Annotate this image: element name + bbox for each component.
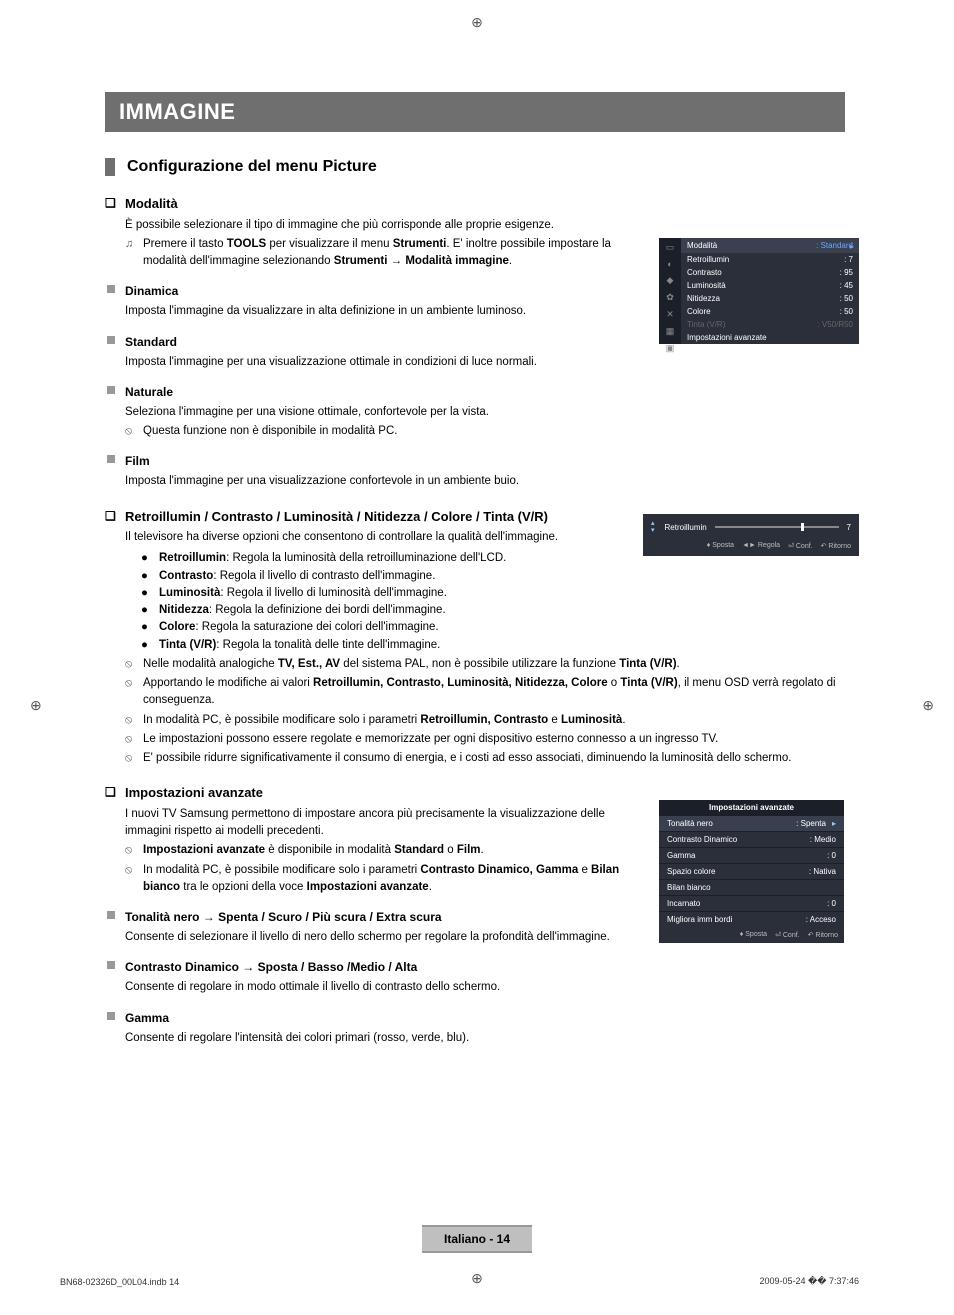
note-icon: ⦸	[125, 675, 139, 692]
retro-note4: Le impostazioni possono essere regolate …	[143, 731, 718, 748]
modalita-intro: È possibile selezionare il tipo di immag…	[125, 217, 845, 234]
contrasto-dinamico-body: Consente di regolare in modo ottimale il…	[125, 979, 845, 996]
osd-row-contrasto[interactable]: Contrasto: 95	[681, 266, 859, 279]
osd-slider-value: 7	[847, 523, 851, 532]
hint-sposta: ♦ Sposta	[740, 931, 767, 939]
bullet-retroillumin: Retroillumin: Regola la luminosità della…	[159, 550, 506, 567]
osd-mode-row[interactable]: Modalità: Standard ▸	[681, 238, 859, 253]
heading-contrasto-dinamico: Contrasto Dinamico → Sposta / Basso /Med…	[125, 958, 417, 976]
footer-filename: BN68-02326D_00L04.indb 14	[60, 1277, 179, 1287]
heading-retroillumin: Retroillumin / Contrasto / Luminosità / …	[125, 507, 548, 527]
note-icon: ⦸	[125, 656, 139, 673]
hint-ritorno: ↶ Ritorno	[821, 542, 851, 550]
heading-naturale: Naturale	[125, 383, 173, 401]
note-icon: ⦸	[125, 731, 139, 748]
chevron-right-icon: ▸	[850, 242, 854, 251]
standard-body: Imposta l'immagine per una visualizzazio…	[125, 354, 845, 371]
q-bullet-icon: ❑	[105, 783, 125, 801]
osd3-row-spazio-colore[interactable]: Spazio colore: Nativa	[659, 863, 844, 879]
osd-picture-menu: ▭ ◐ ◆ ✿ ✕ ▦ ▣ Modalità: Standard ▸ Retro…	[659, 238, 859, 344]
note-icon: ⦸	[125, 842, 139, 859]
chevron-down-icon[interactable]: ▾	[651, 527, 655, 534]
osd-row-nitidezza[interactable]: Nitidezza: 50	[681, 292, 859, 305]
retro-note5: E' possibile ridurre significativamente …	[143, 750, 791, 767]
note-icon: ⦸	[125, 423, 139, 440]
bullet-luminosita: Luminosità: Regola il livello di luminos…	[159, 585, 447, 602]
heading-film: Film	[125, 452, 150, 470]
osd-slider-label: Retroillumin	[665, 523, 707, 532]
osd-slider-track[interactable]	[715, 526, 839, 528]
modalita-tools-note: Premere il tasto TOOLS per visualizzare …	[143, 236, 643, 271]
imp-note2: In modalità PC, è possibile modificare s…	[143, 862, 643, 897]
note-icon: ⦸	[125, 750, 139, 767]
section-title: IMMAGINE	[105, 92, 845, 132]
accent-bar	[105, 158, 115, 176]
imp-intro: I nuovi TV Samsung permettono di imposta…	[125, 806, 635, 841]
osd3-row-tonalita[interactable]: Tonalità nero: Spenta▸	[659, 815, 844, 831]
osd-impostazioni-avanzate: Impostazioni avanzate Tonalità nero: Spe…	[659, 800, 844, 943]
sidebar-picture-icon: ▭	[666, 242, 675, 253]
osd-row-retroillumin[interactable]: Retroillumin: 7	[681, 253, 859, 266]
chevron-up-icon[interactable]: ▴	[651, 520, 655, 527]
tools-icon: ♫	[125, 236, 139, 253]
imp-note1: Impostazioni avanzate è disponibile in m…	[143, 842, 484, 859]
gamma-body: Consente di regolare l'intensità dei col…	[125, 1030, 845, 1047]
sidebar-icon: ▦	[666, 326, 675, 337]
bullet-contrasto: Contrasto: Regola il livello di contrast…	[159, 568, 435, 585]
sidebar-icon: ◆	[667, 275, 674, 286]
heading-modalita: Modalità	[125, 194, 178, 214]
q-bullet-icon: ❑	[105, 194, 125, 212]
subheading: Configurazione del menu Picture	[127, 158, 377, 176]
osd-row-impostazioni[interactable]: Impostazioni avanzate	[681, 331, 859, 344]
footer-timestamp: 2009-05-24 �� 7:37:46	[759, 1276, 859, 1287]
page-footer: Italiano - 14	[422, 1225, 532, 1253]
osd3-row-contrasto-dinamico[interactable]: Contrasto Dinamico: Medio	[659, 831, 844, 847]
sidebar-icon: ◐	[667, 259, 672, 269]
heading-tonalita: Tonalità nero → Spenta / Scuro / Più scu…	[125, 908, 442, 926]
print-mark-top: ⊕	[471, 14, 483, 31]
osd3-row-gamma[interactable]: Gamma: 0	[659, 847, 844, 863]
bullet-colore: Colore: Regola la saturazione dei colori…	[159, 619, 439, 636]
heading-gamma: Gamma	[125, 1009, 169, 1027]
heading-dinamica: Dinamica	[125, 282, 178, 300]
retro-note1: Nelle modalità analogiche TV, Est., AV d…	[143, 656, 680, 673]
heading-impostazioni: Impostazioni avanzate	[125, 783, 263, 803]
note-icon: ⦸	[125, 712, 139, 729]
osd-row-colore[interactable]: Colore: 50	[681, 305, 859, 318]
osd-slider-thumb[interactable]	[801, 523, 804, 531]
hint-regola: ◄► Regola	[742, 542, 780, 550]
hint-sposta: ♦ Sposta	[707, 542, 734, 550]
film-body: Imposta l'immagine per una visualizzazio…	[125, 473, 845, 490]
hint-conf: ⏎ Conf.	[775, 931, 800, 939]
retro-note3: In modalità PC, è possibile modificare s…	[143, 712, 626, 729]
note-icon: ⦸	[125, 862, 139, 879]
sidebar-icon: ✿	[666, 292, 674, 303]
bullet-tinta: Tinta (V/R): Regola la tonalità delle ti…	[159, 637, 440, 654]
osd-row-tinta: Tinta (V/R): V50/R50	[681, 318, 859, 331]
osd3-row-migliora[interactable]: Migliora imm bordi: Acceso	[659, 911, 844, 927]
sidebar-icon: ▣	[666, 343, 675, 354]
heading-standard: Standard	[125, 333, 177, 351]
bullet-nitidezza: Nitidezza: Regola la definizione dei bor…	[159, 602, 446, 619]
naturale-body: Seleziona l'immagine per una visione ott…	[125, 404, 845, 421]
q-bullet-icon: ❑	[105, 507, 125, 525]
osd3-row-incarnato[interactable]: Incarnato: 0	[659, 895, 844, 911]
osd-row-luminosita[interactable]: Luminosità: 45	[681, 279, 859, 292]
print-mark-right: ⊕	[922, 697, 934, 714]
sidebar-icon: ✕	[666, 309, 674, 320]
chevron-right-icon: ▸	[832, 819, 836, 828]
osd3-title: Impostazioni avanzate	[659, 800, 844, 815]
osd3-row-bilan-bianco[interactable]: Bilan bianco	[659, 879, 844, 895]
naturale-note: Questa funzione non è disponibile in mod…	[143, 423, 397, 440]
osd-slider-retroillumin: ▴▾ Retroillumin 7 ♦ Sposta ◄► Regola ⏎ C…	[643, 514, 859, 556]
print-mark-bottom: ⊕	[471, 1270, 483, 1287]
hint-conf: ⏎ Conf.	[788, 542, 813, 550]
retro-note2: Apportando le modifiche ai valori Retroi…	[143, 675, 845, 710]
print-mark-left: ⊕	[30, 697, 42, 714]
hint-ritorno: ↶ Ritorno	[808, 931, 838, 939]
